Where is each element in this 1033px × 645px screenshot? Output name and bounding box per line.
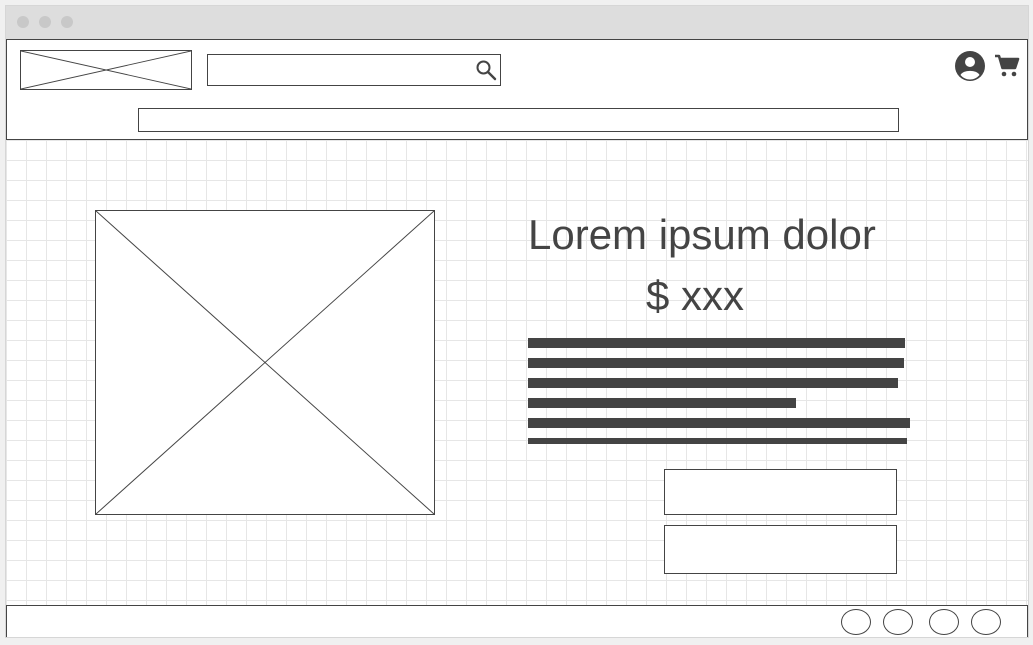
search-box xyxy=(207,54,501,86)
image-placeholder-icon xyxy=(96,211,434,514)
logo-placeholder[interactable] xyxy=(20,50,192,90)
search-input[interactable] xyxy=(208,55,468,85)
close-dot[interactable] xyxy=(17,16,29,28)
description-line xyxy=(528,418,910,428)
social-icon[interactable] xyxy=(883,609,913,635)
site-footer xyxy=(6,605,1028,637)
product-price: $ xxx xyxy=(646,272,745,319)
primary-action-button[interactable] xyxy=(664,469,897,515)
social-icon[interactable] xyxy=(971,609,1001,635)
secondary-action-button[interactable] xyxy=(664,525,897,574)
description-line xyxy=(528,398,796,408)
product-image-placeholder xyxy=(95,210,435,515)
minimize-dot[interactable] xyxy=(39,16,51,28)
maximize-dot[interactable] xyxy=(61,16,73,28)
social-icon[interactable] xyxy=(929,609,959,635)
description-line xyxy=(528,438,907,444)
description-line xyxy=(528,378,898,388)
product-title: Lorem ipsum dolor xyxy=(528,211,876,258)
product-content: Lorem ipsum dolor $ xxx xyxy=(6,140,1028,605)
cart-icon[interactable] xyxy=(994,53,1020,79)
search-icon[interactable] xyxy=(474,58,498,82)
image-placeholder-icon xyxy=(21,51,191,89)
title-bar xyxy=(6,6,1028,39)
description-line xyxy=(528,338,905,348)
site-header xyxy=(6,39,1028,140)
account-icon[interactable] xyxy=(954,50,986,82)
social-icon[interactable] xyxy=(841,609,871,635)
description-line xyxy=(528,358,904,368)
browser-window: Lorem ipsum dolor $ xxx xyxy=(5,5,1029,638)
navigation-bar[interactable] xyxy=(138,108,899,132)
